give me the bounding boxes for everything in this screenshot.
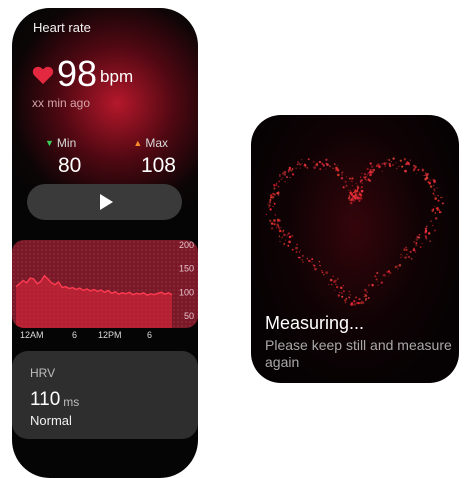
hrv-label: HRV xyxy=(30,366,56,380)
heart-rate-unit: bpm xyxy=(100,67,134,86)
x-tick-label: 6 xyxy=(147,330,153,340)
hrv-unit: ms xyxy=(63,395,80,409)
hrv-reading: 110 ms xyxy=(30,389,79,411)
x-tick-label: 12PM xyxy=(98,330,122,340)
min-label: ▼ Min xyxy=(45,136,76,150)
play-icon xyxy=(100,194,113,210)
max-label: ▲ Max xyxy=(133,136,168,150)
measuring-watch-screen: Measuring... Please keep still and measu… xyxy=(251,115,459,383)
x-tick-label: 6 xyxy=(72,330,78,340)
hrv-value: 110 xyxy=(30,389,61,410)
max-value: 108 xyxy=(140,154,176,177)
min-label-text: Min xyxy=(56,136,77,150)
measure-instruction: Please keep still and measure again xyxy=(265,337,452,370)
down-arrow-icon: ▼ xyxy=(45,138,54,148)
min-value: 80 xyxy=(58,154,82,177)
heart-icon xyxy=(32,66,54,85)
max-label-text: Max xyxy=(145,136,168,150)
app-title: Heart rate xyxy=(33,20,91,35)
y-tick-label: 50 xyxy=(184,311,194,321)
heart-rate-value: 98 xyxy=(57,53,98,94)
y-tick-label: 150 xyxy=(179,264,194,274)
up-arrow-icon: ▲ xyxy=(133,138,143,148)
heart-rate-watch-screen: Heart rate 98 bpm xx min ago ▼ Min ▲ Max… xyxy=(12,8,198,478)
measuring-status: Measuring... xyxy=(265,313,365,333)
heart-rate-chart: 200 150 100 50 xyxy=(12,240,198,328)
last-measured-time: xx min ago xyxy=(32,96,91,110)
heart-rate-chart-svg: 200 150 100 50 xyxy=(15,240,194,328)
hrv-status: Normal xyxy=(30,413,72,428)
hrv-card[interactable]: HRV 110 ms Normal xyxy=(12,351,198,439)
x-tick-label: 12AM xyxy=(20,330,44,340)
y-tick-label: 100 xyxy=(179,287,194,297)
particles xyxy=(265,157,445,306)
chart-area xyxy=(16,275,172,328)
heart-rate-reading: 98 bpm xyxy=(32,56,133,92)
y-tick-label: 200 xyxy=(179,240,194,250)
start-measure-button[interactable] xyxy=(27,184,182,220)
